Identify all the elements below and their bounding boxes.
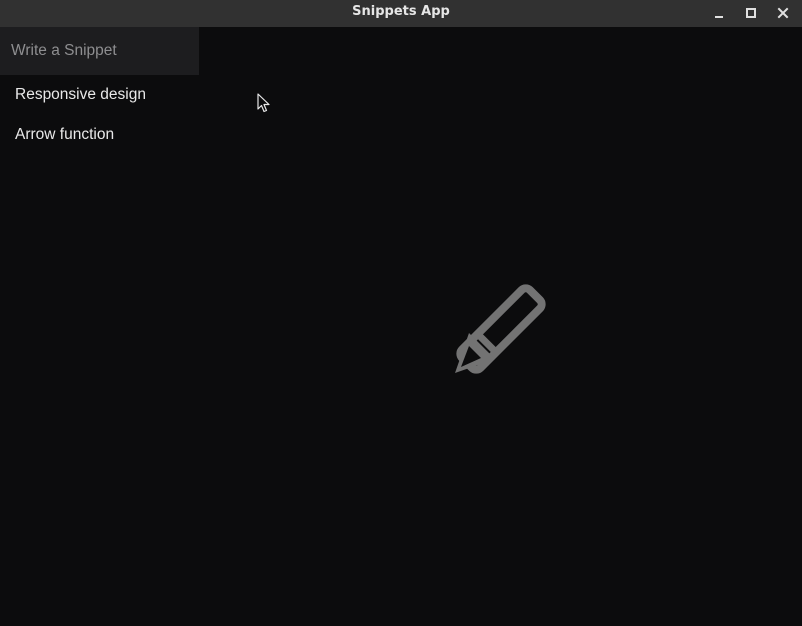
close-button[interactable] bbox=[770, 0, 796, 26]
maximize-button[interactable] bbox=[738, 0, 764, 26]
minimize-icon bbox=[715, 16, 723, 18]
title-bar[interactable]: Snippets App bbox=[0, 0, 802, 27]
maximize-icon bbox=[746, 8, 756, 18]
new-snippet-input[interactable] bbox=[0, 27, 199, 75]
app-content: Responsive design Arrow function bbox=[0, 27, 802, 626]
minimize-button[interactable] bbox=[706, 0, 732, 26]
mouse-cursor-icon bbox=[257, 93, 270, 113]
close-icon bbox=[777, 7, 789, 19]
snippet-item-arrow-function[interactable]: Arrow function bbox=[0, 115, 199, 155]
snippet-item-responsive-design[interactable]: Responsive design bbox=[0, 75, 199, 115]
snippet-list: Responsive design Arrow function bbox=[0, 75, 199, 155]
snippet-sidebar: Responsive design Arrow function bbox=[0, 27, 199, 626]
window-title: Snippets App bbox=[352, 4, 450, 19]
app-window: Snippets App Responsive design Arrow fun… bbox=[0, 0, 802, 626]
editor-empty-state bbox=[199, 27, 802, 626]
pencil-icon bbox=[455, 284, 546, 374]
